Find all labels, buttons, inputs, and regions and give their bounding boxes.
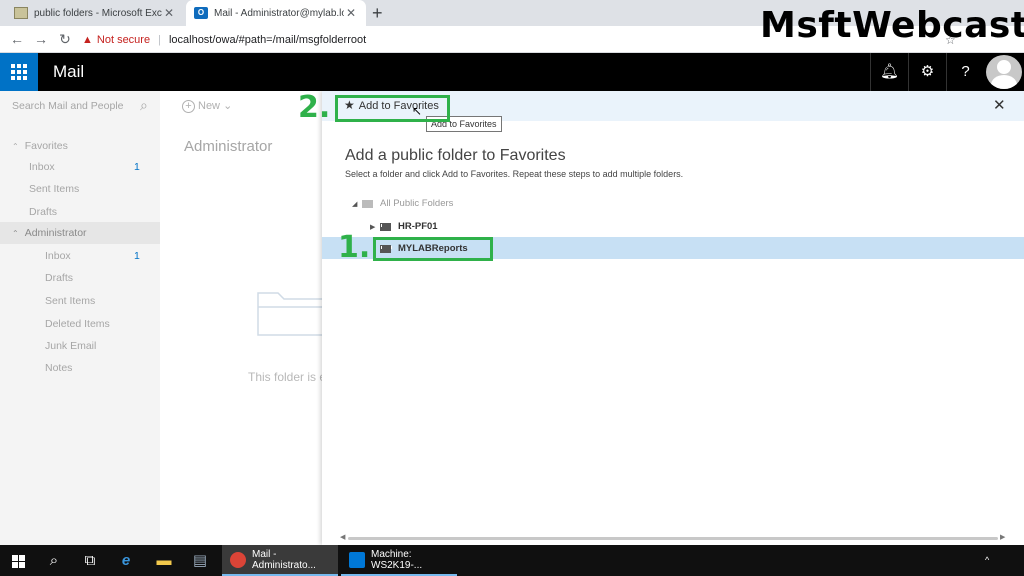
- scroll-thumb[interactable]: [348, 537, 998, 540]
- taskbar-app-label: Machine: WS2K19-...: [371, 548, 423, 571]
- empty-folder-text: This folder is e: [248, 370, 327, 384]
- tray-chevron-icon[interactable]: ^: [985, 545, 989, 576]
- taskbar-app-machine[interactable]: Machine: WS2K19-...: [341, 545, 457, 576]
- add-public-folder-panel: ★ Add to Favorites ↖ ✕ Add to Favorites A…: [322, 91, 1024, 545]
- chevron-up-icon: ⌃: [12, 229, 19, 238]
- favorite-inbox[interactable]: Inbox: [29, 161, 55, 173]
- taskbar-app-label: Mail - Administrato...: [252, 548, 316, 571]
- reload-icon[interactable]: ↻: [56, 30, 74, 48]
- search-icon[interactable]: ⌕: [140, 97, 148, 114]
- url-text[interactable]: localhost/owa/#path=/mail/msgfolderroot: [169, 34, 366, 46]
- public-folder-icon: [14, 7, 28, 19]
- close-icon[interactable]: ✕: [993, 96, 1006, 114]
- avatar[interactable]: [986, 55, 1022, 89]
- tree-item-hr-pf01[interactable]: ▶ HR-PF01: [370, 221, 438, 232]
- tree-root[interactable]: ◢ All Public Folders: [352, 198, 453, 209]
- panel-heading: Add a public folder to Favorites: [345, 147, 566, 164]
- close-tab-icon[interactable]: ✕: [162, 6, 176, 20]
- folder-drafts[interactable]: Drafts: [45, 272, 73, 284]
- scroll-right-icon[interactable]: ▶: [1000, 533, 1005, 541]
- omnibox-separator: |: [158, 33, 161, 46]
- account-header[interactable]: ⌃ Administrator: [12, 227, 87, 239]
- annotation-step1: 1.: [338, 230, 371, 265]
- folder-pane: Search Mail and People ⌕ ⌃ Favorites Inbo…: [0, 91, 160, 545]
- account-label: Administrator: [24, 227, 87, 239]
- favorites-label: Favorites: [24, 140, 68, 152]
- watermark: MsftWebcast: [760, 5, 1024, 46]
- new-tab-icon[interactable]: +: [372, 3, 383, 23]
- windows-start-icon[interactable]: [0, 545, 36, 576]
- folder-notes[interactable]: Notes: [45, 362, 72, 374]
- tab-title: public folders - Microsoft Exchan: [34, 7, 162, 19]
- empty-folder-icon: [257, 292, 325, 336]
- panel-instructions: Select a folder and click Add to Favorit…: [345, 169, 684, 179]
- app-launcher-icon[interactable]: [0, 53, 38, 91]
- outlook-icon: O: [194, 7, 208, 19]
- expand-triangle-icon[interactable]: ▶: [370, 223, 380, 231]
- folder-junk-email[interactable]: Junk Email: [45, 340, 96, 352]
- collapse-triangle-icon[interactable]: ◢: [352, 200, 362, 208]
- mail-folder-icon: [380, 222, 392, 231]
- favorites-header[interactable]: ⌃ Favorites: [12, 140, 68, 152]
- public-folders-icon: [362, 199, 373, 208]
- bell-icon[interactable]: 🔔︎: [870, 53, 908, 91]
- search-placeholder: Search Mail and People: [12, 100, 124, 112]
- new-button[interactable]: + New ⌄: [182, 99, 232, 113]
- favorite-drafts[interactable]: Drafts: [29, 206, 57, 218]
- tree-root-label: All Public Folders: [380, 198, 454, 209]
- tab-public-folders[interactable]: public folders - Microsoft Exchan ✕: [6, 0, 184, 26]
- warning-icon: ▲: [82, 33, 93, 46]
- back-icon[interactable]: ←: [8, 30, 26, 48]
- security-label[interactable]: Not secure: [97, 34, 150, 46]
- task-view-icon[interactable]: ⧉: [72, 545, 108, 576]
- help-icon[interactable]: ?: [946, 53, 984, 91]
- chevron-up-icon: ⌃: [12, 142, 19, 151]
- app-title: Mail: [53, 62, 85, 81]
- favorite-inbox-count: 1: [134, 161, 140, 173]
- edge-icon[interactable]: e: [108, 545, 144, 576]
- tab-mail[interactable]: O Mail - Administrator@mylab.loca ✕: [186, 0, 366, 26]
- close-tab-icon[interactable]: ✕: [344, 6, 358, 20]
- search-icon[interactable]: ⌕: [36, 545, 72, 576]
- annotation-box-step2: [335, 95, 450, 122]
- tree-item-label: HR-PF01: [398, 221, 438, 232]
- annotation-step2: 2.: [298, 90, 331, 125]
- scroll-left-icon[interactable]: ◀: [340, 533, 345, 541]
- search-input[interactable]: Search Mail and People ⌕: [12, 97, 158, 114]
- horizontal-scrollbar[interactable]: ◀ ▶: [340, 533, 1006, 541]
- folder-sent-items[interactable]: Sent Items: [45, 295, 95, 307]
- message-list-pane: + New ⌄ Administrator This folder is e: [160, 91, 326, 545]
- favorite-sent-items[interactable]: Sent Items: [29, 183, 79, 195]
- folder-inbox[interactable]: Inbox: [45, 250, 71, 262]
- folder-inbox-count: 1: [134, 250, 140, 262]
- tab-title: Mail - Administrator@mylab.loca: [214, 7, 344, 19]
- taskbar: ⌕ ⧉ e ▬ ▤ Mail - Administrato... Machine…: [0, 545, 1024, 576]
- chrome-icon: [230, 551, 246, 568]
- file-explorer-icon[interactable]: ▬: [146, 545, 182, 576]
- gear-icon[interactable]: ⚙: [908, 53, 946, 91]
- machine-icon: [349, 551, 365, 568]
- annotation-box-step1: [373, 237, 493, 261]
- owa-header: Mail 🔔︎ ⚙ ?: [0, 53, 1024, 91]
- folder-title: Administrator: [184, 138, 273, 155]
- plus-icon: +: [182, 100, 195, 113]
- new-label: New: [198, 100, 221, 112]
- forward-icon[interactable]: →: [32, 30, 50, 48]
- server-manager-icon[interactable]: ▤: [182, 545, 218, 576]
- taskbar-app-chrome[interactable]: Mail - Administrato...: [222, 545, 338, 576]
- folder-deleted-items[interactable]: Deleted Items: [45, 318, 110, 330]
